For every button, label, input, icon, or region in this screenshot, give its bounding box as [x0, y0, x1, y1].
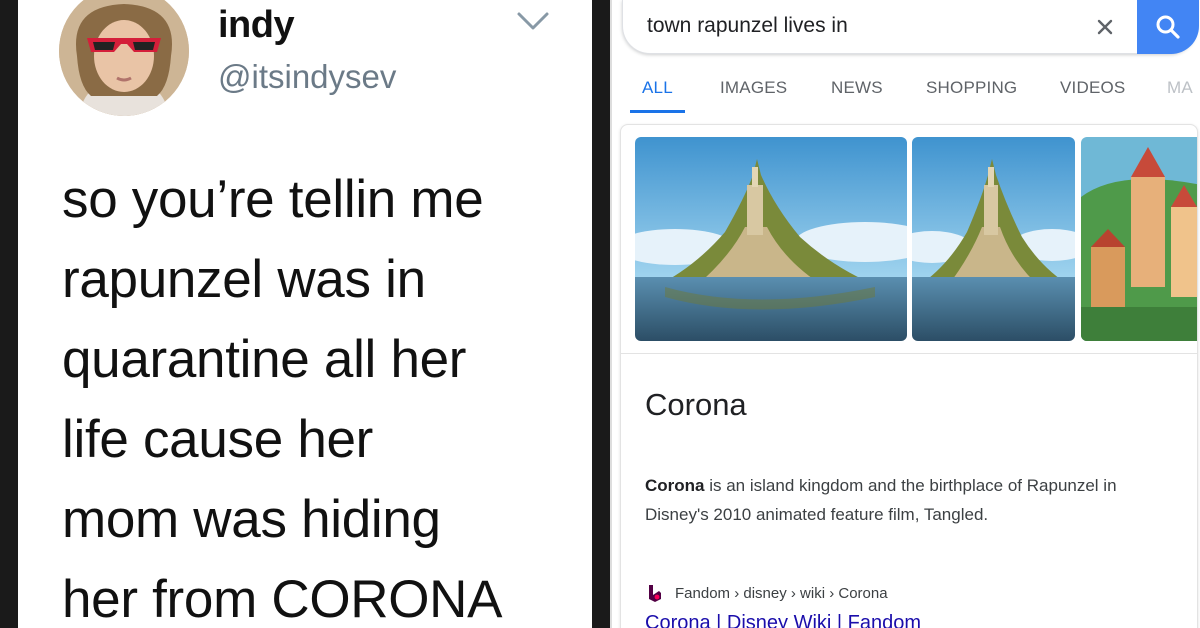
search-tabs: ALL IMAGES NEWS SHOPPING VIDEOS MA: [612, 68, 1200, 114]
card-divider: [621, 353, 1197, 354]
result-link[interactable]: Corona | Disney Wiki | Fandom: [645, 612, 921, 628]
search-icon: [1156, 15, 1180, 39]
knowledge-panel-title: Corona: [645, 387, 747, 422]
search-input[interactable]: [647, 11, 1047, 41]
tweet-line: quarantine all her: [62, 330, 467, 389]
description-text: is an island kingdom and the birthplace …: [645, 476, 1117, 524]
tweet-line: so you’re tellin me: [62, 170, 484, 229]
tweet-line: life cause her: [62, 410, 374, 469]
clear-search-button[interactable]: [1087, 9, 1123, 45]
kingdom-image-2[interactable]: [912, 137, 1075, 341]
kingdom-image-3[interactable]: [1081, 137, 1197, 341]
source-site: Fandom: [675, 584, 731, 602]
fandom-icon: [649, 585, 661, 602]
kingdom-image-1[interactable]: [635, 137, 907, 341]
tweet-line: rapunzel was in: [62, 250, 426, 309]
tab-images[interactable]: IMAGES: [720, 78, 787, 98]
search-button[interactable]: [1137, 0, 1199, 54]
display-name[interactable]: indy: [218, 4, 295, 47]
search-bar: [622, 0, 1199, 54]
tab-videos[interactable]: VIDEOS: [1060, 78, 1125, 98]
avatar[interactable]: [59, 0, 189, 116]
tweet-panel: indy @itsindysev so you’re tellin me rap…: [18, 0, 592, 628]
source-path: › disney › wiki › Corona: [734, 584, 888, 602]
tab-maps[interactable]: MA: [1167, 78, 1193, 98]
description-bold: Corona: [645, 476, 705, 495]
tab-shopping[interactable]: SHOPPING: [926, 78, 1017, 98]
tab-news[interactable]: NEWS: [831, 78, 883, 98]
active-tab-indicator: [630, 110, 685, 113]
google-results-panel: ALL IMAGES NEWS SHOPPING VIDEOS MA: [610, 0, 1200, 628]
avatar-image: [59, 0, 189, 116]
result-source[interactable]: Fandom › disney › wiki › Corona: [645, 583, 888, 603]
tweet-text: so you’re tellin me rapunzel was in quar…: [62, 160, 582, 628]
knowledge-panel: Corona Corona is an island kingdom and t…: [620, 124, 1198, 628]
tweet-line: her from CORONA: [62, 570, 503, 628]
close-icon: [1097, 19, 1113, 35]
tab-all[interactable]: ALL: [642, 78, 673, 98]
knowledge-panel-description: Corona is an island kingdom and the birt…: [645, 471, 1165, 529]
tweet-line: mom was hiding: [62, 490, 441, 549]
chevron-down-icon[interactable]: [516, 10, 550, 32]
user-handle[interactable]: @itsindysev: [218, 58, 396, 96]
